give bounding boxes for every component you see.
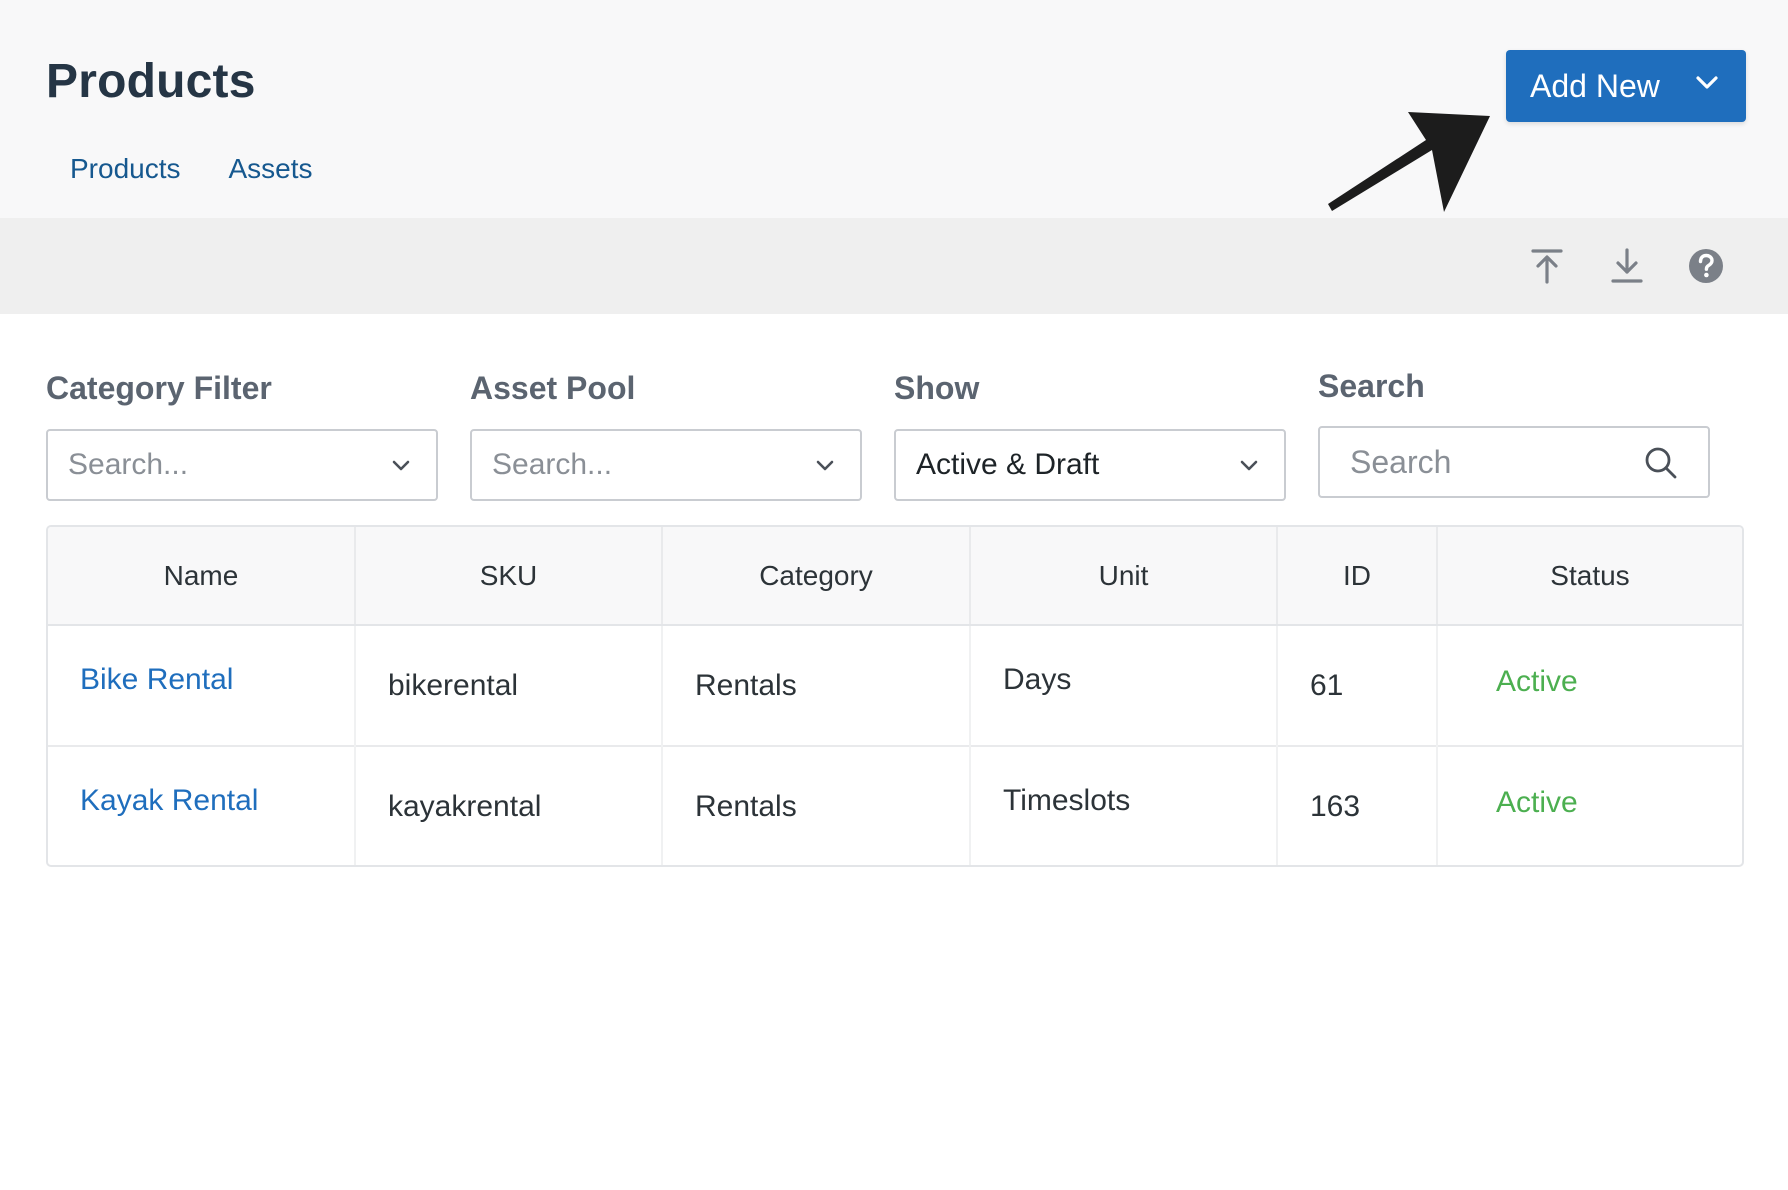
help-icon[interactable] (1686, 246, 1726, 286)
cell-unit: Days (970, 625, 1278, 746)
category-filter-label: Category Filter (46, 370, 272, 406)
search-input[interactable] (1350, 438, 1630, 486)
column-header-category[interactable]: Category (662, 527, 971, 626)
asset-pool-label: Asset Pool (470, 370, 636, 406)
cell-status: Active (1437, 745, 1742, 865)
tab-assets[interactable]: Assets (229, 145, 313, 193)
page-title: Products (46, 55, 256, 108)
search-box (1318, 426, 1710, 498)
cell-sku: kayakrental (355, 745, 663, 865)
category-filter-select[interactable]: Search... (46, 429, 438, 501)
chevron-down-icon (816, 460, 834, 471)
status-badge: Active (1496, 664, 1578, 698)
table-row: Bike Rental bikerental Rentals Days 61 A… (48, 625, 1742, 746)
tab-products[interactable]: Products (70, 145, 181, 193)
cell-id: 163 (1277, 745, 1438, 865)
page-header: Products Products Assets Add New (0, 0, 1788, 218)
show-select[interactable]: Active & Draft (894, 429, 1286, 501)
unit-value: Days (1003, 662, 1072, 696)
annotation-arrow-icon (1328, 112, 1490, 212)
cell-name: Bike Rental (48, 625, 356, 746)
column-header-id[interactable]: ID (1277, 527, 1438, 626)
search-icon[interactable] (1644, 446, 1678, 480)
download-icon[interactable] (1607, 246, 1647, 286)
upload-icon[interactable] (1527, 246, 1567, 286)
chevron-down-icon (392, 460, 410, 471)
table-header-row: Name SKU Category Unit ID Status (48, 527, 1742, 626)
action-toolbar (0, 218, 1788, 314)
column-header-name[interactable]: Name (48, 527, 356, 626)
cell-id: 61 (1277, 625, 1438, 746)
chevron-down-icon (1240, 460, 1258, 471)
product-link[interactable]: Kayak Rental (80, 784, 258, 817)
sub-navigation: Products Assets (70, 145, 313, 193)
unit-value: Timeslots (1003, 784, 1131, 817)
add-new-button[interactable]: Add New (1506, 50, 1746, 122)
product-link[interactable]: Bike Rental (80, 663, 233, 696)
cell-sku: bikerental (355, 625, 663, 746)
show-select-value: Active & Draft (916, 448, 1100, 481)
cell-status: Active (1437, 625, 1742, 746)
show-label: Show (894, 370, 980, 406)
add-new-label: Add New (1530, 67, 1660, 104)
cell-name: Kayak Rental (48, 745, 356, 865)
asset-pool-select[interactable]: Search... (470, 429, 862, 501)
asset-pool-placeholder: Search... (492, 448, 613, 481)
cell-unit: Timeslots (970, 745, 1278, 865)
chevron-down-icon (1696, 76, 1718, 89)
cell-category: Rentals (662, 625, 971, 746)
search-label: Search (1318, 368, 1425, 404)
column-header-sku[interactable]: SKU (355, 527, 663, 626)
products-table: Name SKU Category Unit ID Status Bike Re… (46, 525, 1744, 867)
cell-category: Rentals (662, 745, 971, 865)
category-filter-placeholder: Search... (68, 448, 189, 481)
column-header-status[interactable]: Status (1437, 527, 1742, 626)
table-row: Kayak Rental kayakrental Rentals Timeslo… (48, 745, 1742, 865)
column-header-unit[interactable]: Unit (970, 527, 1278, 626)
status-badge: Active (1496, 786, 1578, 819)
